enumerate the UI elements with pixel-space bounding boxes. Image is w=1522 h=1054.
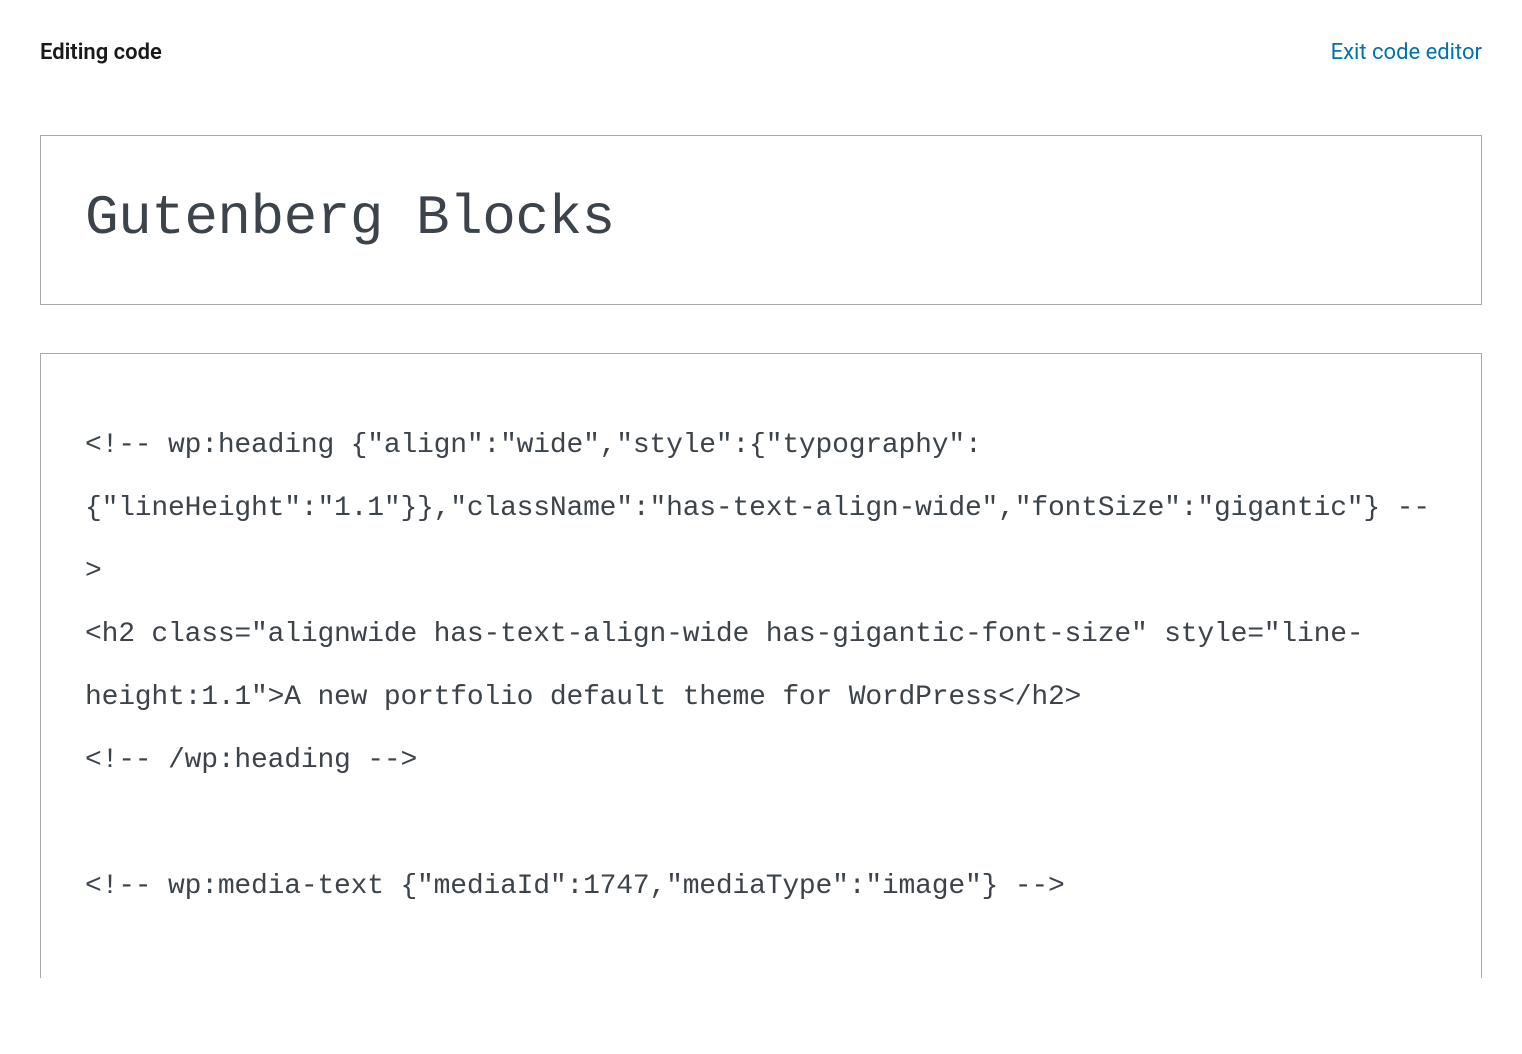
exit-code-editor-link[interactable]: Exit code editor [1331, 40, 1482, 65]
post-content-code-textarea[interactable] [85, 414, 1437, 974]
post-content-container [40, 353, 1482, 978]
header-title: Editing code [40, 40, 162, 65]
post-title-input[interactable] [85, 186, 1437, 250]
post-title-container [40, 135, 1482, 305]
code-editor-content [0, 135, 1522, 978]
editor-header: Editing code Exit code editor [0, 0, 1522, 65]
